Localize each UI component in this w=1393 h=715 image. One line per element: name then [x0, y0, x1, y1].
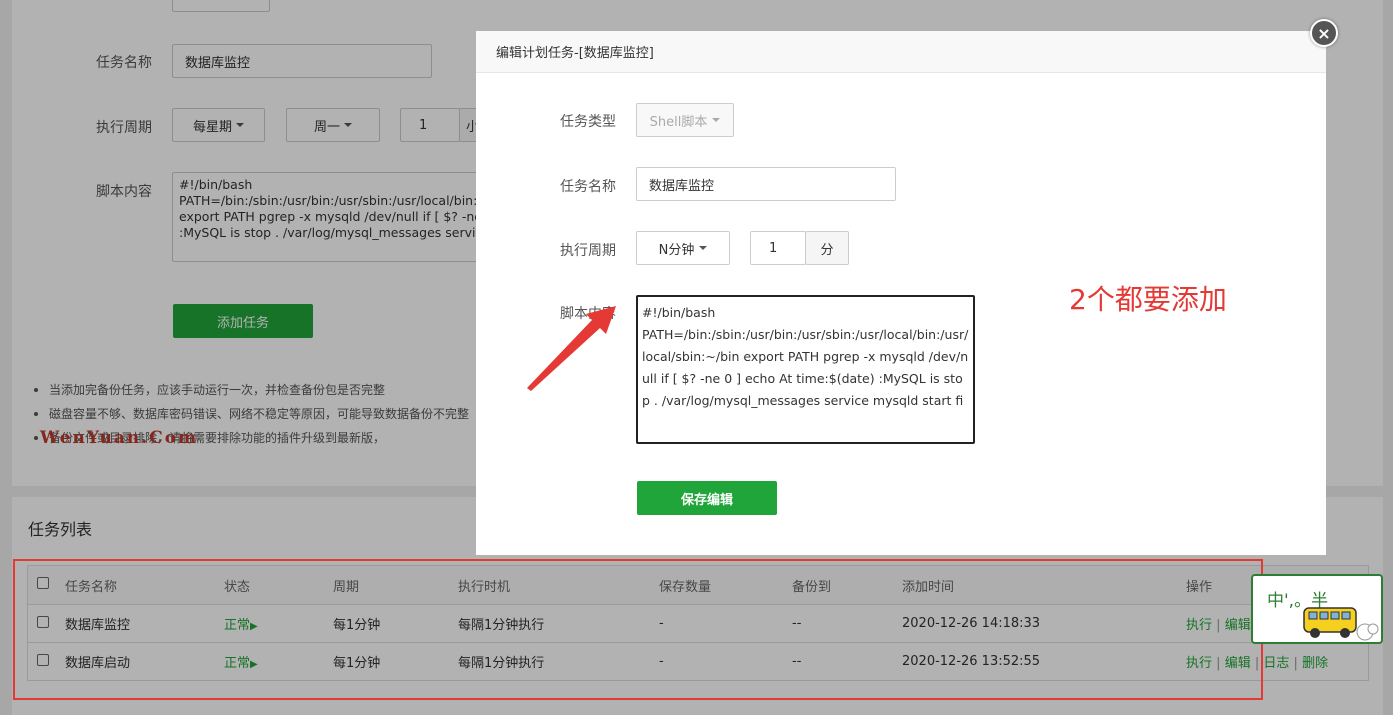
chevron-down-icon: [712, 118, 721, 122]
period-label: 执行周期: [560, 243, 616, 259]
task-type-select[interactable]: Shell脚本: [636, 103, 734, 137]
save-edit-button[interactable]: 保存编辑: [637, 481, 777, 515]
task-name-input[interactable]: 数据库监控: [636, 167, 896, 201]
annotation-arrow-icon: [527, 306, 616, 391]
task-type-value: Shell脚本: [649, 114, 708, 130]
close-icon[interactable]: ×: [1310, 19, 1338, 47]
minute-input[interactable]: 1: [750, 231, 806, 265]
chevron-down-icon: [699, 246, 708, 250]
period-select[interactable]: N分钟: [636, 231, 730, 265]
school-bus-badge: 中',。半: [1251, 574, 1383, 644]
highlight-box: [13, 559, 1263, 700]
school-bus-icon: [1303, 607, 1379, 641]
task-type-label: 任务类型: [560, 114, 616, 130]
modal-title: 编辑计划任务-[数据库监控]: [476, 31, 1326, 73]
script-textarea[interactable]: #!/bin/bash PATH=/bin:/sbin:/usr/bin:/us…: [636, 295, 975, 444]
task-name-label: 任务名称: [560, 179, 616, 195]
period-select-value: N分钟: [658, 242, 695, 258]
minute-unit: 分: [805, 231, 849, 265]
annotation-text: 2个都要添加: [1069, 283, 1227, 316]
